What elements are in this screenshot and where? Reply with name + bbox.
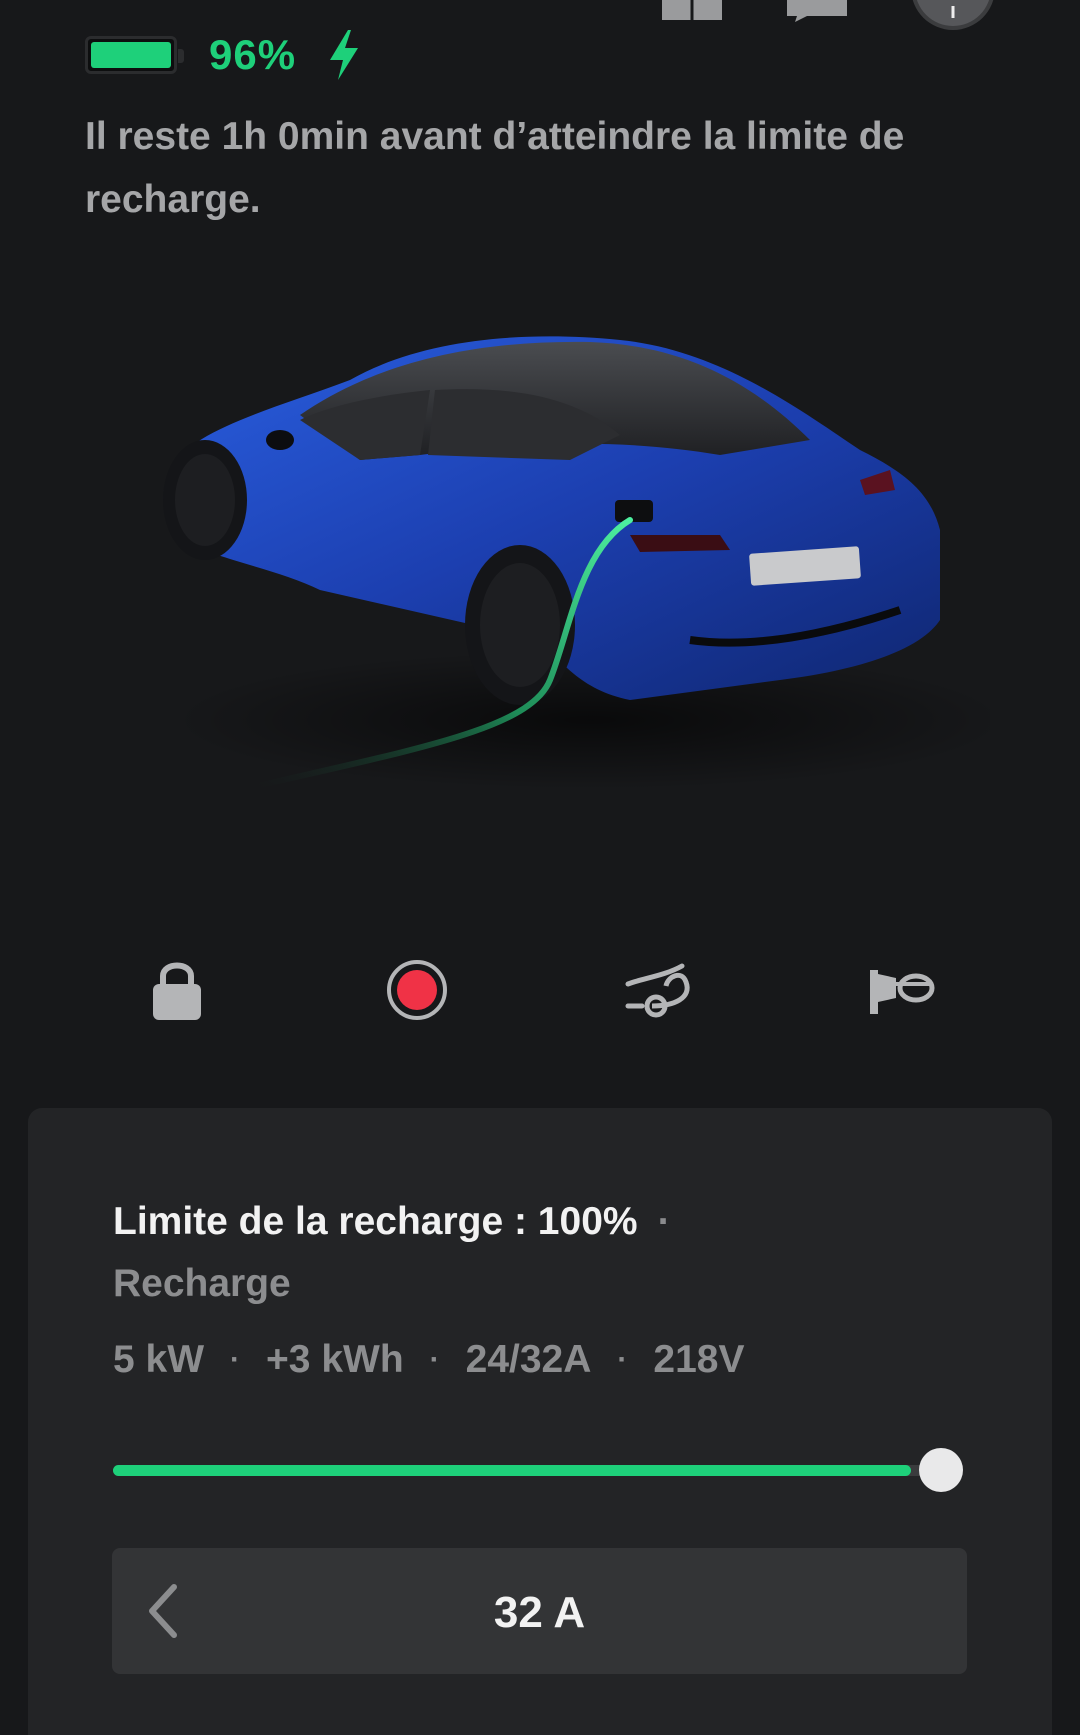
separator-dot: · xyxy=(429,1343,440,1376)
quick-actions xyxy=(0,950,1080,1030)
frunk-button[interactable] xyxy=(620,950,700,1030)
charging-bolt-icon xyxy=(330,30,359,80)
frunk-icon xyxy=(625,963,690,1018)
time-remaining-text: Il reste 1h 0min avant d’atteindre la li… xyxy=(85,115,905,221)
battery-level-fill xyxy=(91,42,171,68)
battery-icon xyxy=(85,36,184,74)
charging-stats: 5 kW · +3 kWh · 24/32A · 218V xyxy=(113,1338,745,1382)
record-icon xyxy=(387,960,447,1020)
car-illustration xyxy=(163,336,1010,793)
charge-limit-slider[interactable] xyxy=(113,1448,973,1492)
separator-dot: · xyxy=(230,1343,241,1376)
slider-thumb[interactable] xyxy=(919,1448,963,1492)
horn-button[interactable] xyxy=(862,950,942,1030)
top-bar xyxy=(0,0,1080,30)
lock-icon xyxy=(153,962,201,1020)
sentry-button[interactable] xyxy=(377,950,457,1030)
charging-screen: 96% Il reste 1h 0min avant d’atteindre l… xyxy=(0,0,1080,1735)
separator-dot: · xyxy=(657,1200,671,1243)
car-image xyxy=(160,320,1010,880)
horn-icon xyxy=(870,970,935,1014)
charge-limit-text: Limite de la recharge : 100% xyxy=(113,1200,638,1243)
amperage-value: 32 A xyxy=(493,1588,586,1637)
model-icon[interactable] xyxy=(660,0,724,22)
amperage-control: 32 A xyxy=(112,1548,967,1674)
profile-avatar[interactable] xyxy=(910,0,996,30)
stat-power: 5 kW xyxy=(113,1338,205,1381)
charging-card: Limite de la recharge : 100% · Recharge 5… xyxy=(28,1108,1052,1735)
battery-status: 96% xyxy=(85,30,362,80)
stat-current: 24/32A xyxy=(465,1338,592,1381)
chat-icon[interactable] xyxy=(785,0,849,22)
charge-limit-row: Limite de la recharge : 100% · xyxy=(113,1200,671,1244)
lock-button[interactable] xyxy=(137,950,217,1030)
stat-energy-added: +3 kWh xyxy=(266,1338,404,1381)
battery-percent: 96% xyxy=(209,31,297,78)
battery-nub xyxy=(178,49,184,63)
slider-fill xyxy=(113,1465,911,1476)
charging-state-text: Recharge xyxy=(113,1262,291,1305)
stat-voltage: 218V xyxy=(653,1338,745,1381)
separator-dot: · xyxy=(617,1343,628,1376)
